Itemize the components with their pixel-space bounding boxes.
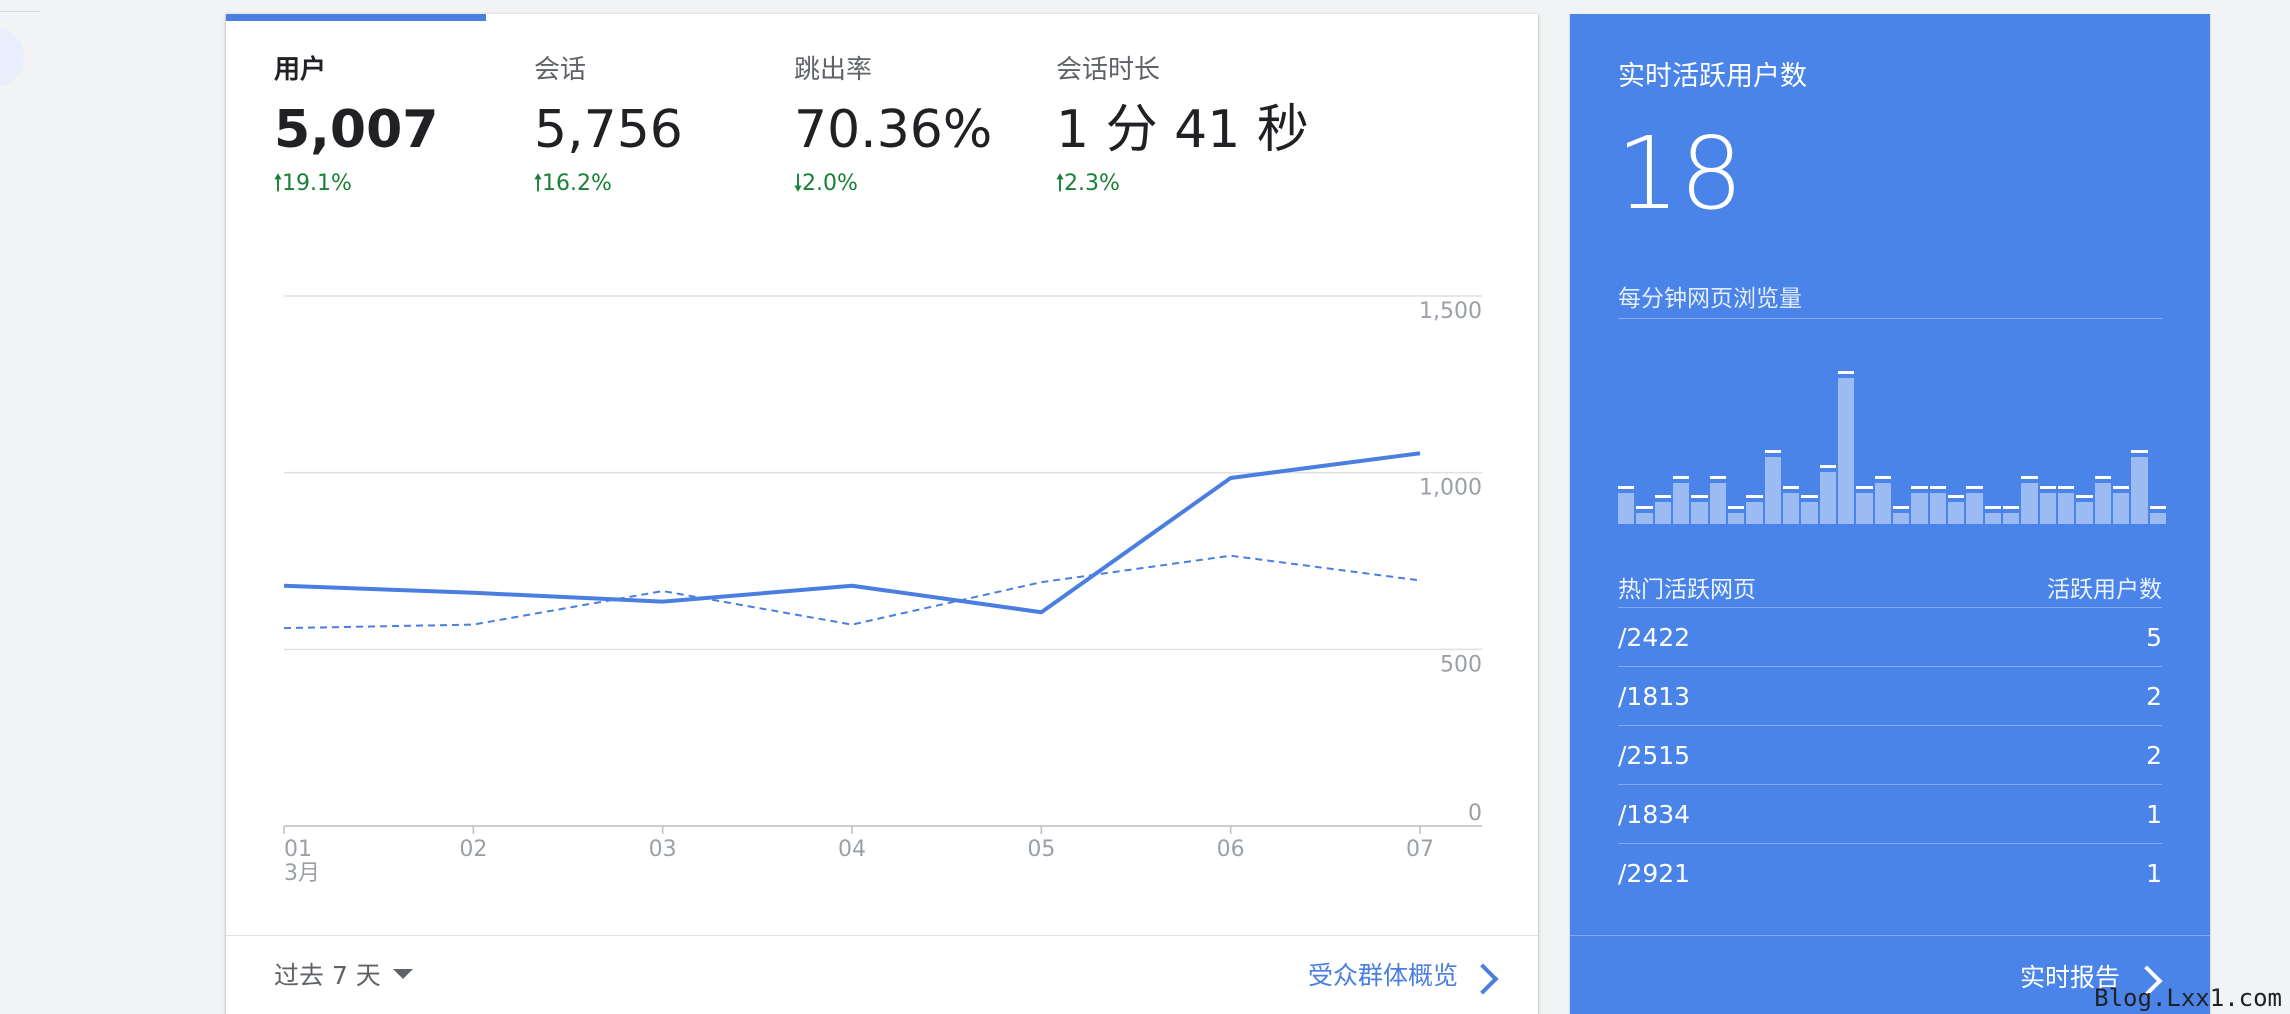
pageview-bar xyxy=(2057,486,2075,524)
audience-overview-link[interactable]: 受众群体概览 xyxy=(1308,956,1458,992)
x-tick-label: 05 xyxy=(1027,837,1055,862)
pageview-bar xyxy=(2076,495,2093,524)
x-tick-label: 04 xyxy=(838,837,866,862)
pageview-bar xyxy=(2039,486,2057,524)
caret-down-icon xyxy=(392,969,413,979)
pageview-bar xyxy=(2131,450,2148,524)
y-tick-label: 1,500 xyxy=(1419,299,1482,324)
active-users-count: 1 xyxy=(2146,858,2162,888)
pageview-bar xyxy=(2094,475,2112,524)
column-header-page: 热门活跃网页 xyxy=(1618,577,1756,603)
table-row[interactable]: /2515 2 xyxy=(1618,726,2162,785)
pageview-bar xyxy=(1856,486,1873,524)
page-path: /2921 xyxy=(1618,858,1691,888)
table-row[interactable]: /2921 1 xyxy=(1618,844,2162,902)
pageview-bar xyxy=(1929,486,1947,524)
pageview-bar xyxy=(1654,495,1672,524)
realtime-card: 实时活跃用户数 18 每分钟网页浏览量 热门活跃网页 活跃用户数 /2422 5/… xyxy=(1570,14,2210,1014)
pageview-bar xyxy=(1618,486,1635,524)
period-label: 过去 7 天 xyxy=(274,961,381,990)
realtime-title: 实时活跃用户数 xyxy=(1618,61,1807,92)
table-row[interactable]: /1813 2 xyxy=(1618,667,2162,726)
pageview-bar xyxy=(1764,450,1782,524)
pageview-bar xyxy=(1782,486,1800,524)
pageview-bar xyxy=(1801,495,1818,524)
y-tick-label: 500 xyxy=(1440,652,1482,677)
period-dropdown[interactable]: 过去 7 天 xyxy=(274,956,413,992)
column-header-users: 活跃用户数 xyxy=(2047,577,2162,603)
pageview-bar xyxy=(1837,370,1855,524)
y-tick-label: 0 xyxy=(1468,801,1482,826)
active-users-count: 1 xyxy=(2146,799,2162,829)
x-tick-label: 02 xyxy=(459,837,487,862)
x-tick-label: 06 xyxy=(1217,837,1245,862)
active-users-count: 2 xyxy=(2146,740,2162,770)
pageview-bar xyxy=(1709,475,1727,524)
page-path: /2422 xyxy=(1618,622,1691,652)
pageview-bar xyxy=(2112,486,2130,524)
card-footer: 过去 7 天 受众群体概览 xyxy=(226,935,1538,1014)
y-tick-label: 1,000 xyxy=(1419,476,1482,501)
divider xyxy=(1618,318,2162,319)
pageview-bar xyxy=(1892,505,1910,524)
pageview-bar xyxy=(1691,495,1708,524)
left-divider xyxy=(0,11,40,12)
chevron-right-icon[interactable] xyxy=(1467,963,1499,995)
page-path: /1834 xyxy=(1618,799,1691,829)
left-avatar xyxy=(0,27,24,87)
pageview-bar xyxy=(1911,486,1928,524)
pageview-bar xyxy=(1636,505,1653,524)
x-tick-label: 01 xyxy=(284,837,312,862)
x-tick-label: 07 xyxy=(1406,837,1434,862)
realtime-user-count: 18 xyxy=(1616,115,1744,232)
pageview-bar xyxy=(1984,505,2002,524)
pageview-bar xyxy=(1819,465,1837,524)
top-pages-list: /2422 5/1813 2/2515 2/1834 1/2921 1 xyxy=(1618,608,2162,902)
pageview-bar xyxy=(1746,495,1763,524)
pageview-bar xyxy=(1727,505,1745,524)
pageviews-bar-chart xyxy=(1618,354,2167,524)
x-tick-sublabel: 3月 xyxy=(284,861,320,886)
top-pages-header: 热门活跃网页 活跃用户数 xyxy=(1618,570,2162,604)
watermark: Blog.Lxx1.com xyxy=(2094,984,2282,1012)
x-tick-label: 03 xyxy=(649,837,677,862)
page-path: /1813 xyxy=(1618,681,1691,711)
pageviews-per-minute-label: 每分钟网页浏览量 xyxy=(1618,286,1802,312)
pageview-bar xyxy=(2021,475,2038,524)
users-series-line xyxy=(283,451,1421,615)
active-users-count: 5 xyxy=(2146,622,2162,652)
pageview-bar xyxy=(1947,495,1965,524)
pageview-bar xyxy=(1966,486,1983,524)
pageview-bar xyxy=(1874,475,1892,524)
page-path: /2515 xyxy=(1618,740,1691,770)
overview-card: 用户 5,007 🠑19.1% 会话 5,756 🠑16.2% 跳出率 70.3… xyxy=(226,14,1538,1014)
pageview-bar xyxy=(1672,475,1690,524)
pageview-bar xyxy=(2149,505,2167,524)
table-row[interactable]: /2422 5 xyxy=(1618,608,2162,667)
users-line-chart: 1,500 1,000 500 0 01 02 03 04 05 06 07 3月 xyxy=(283,295,1482,886)
table-row[interactable]: /1834 1 xyxy=(1618,785,2162,844)
active-users-count: 2 xyxy=(2146,681,2162,711)
pageview-bar xyxy=(2002,505,2020,524)
